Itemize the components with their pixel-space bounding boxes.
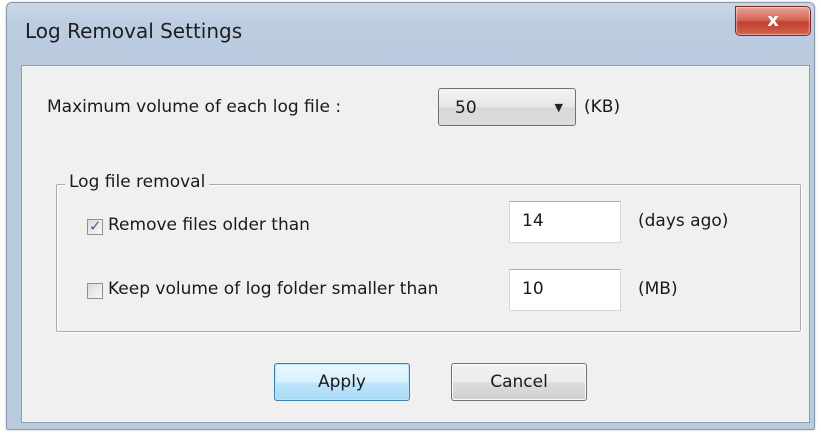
cancel-button[interactable]: Cancel (451, 363, 587, 401)
max-volume-selected-value: 50 (455, 98, 477, 118)
remove-older-label[interactable]: Remove files older than (108, 215, 310, 235)
max-volume-label: Maximum volume of each log file : (47, 97, 342, 117)
apply-button[interactable]: Apply (274, 363, 410, 401)
remove-older-days-input[interactable]: 14 (509, 201, 621, 243)
max-volume-unit: (KB) (584, 97, 621, 117)
remove-older-unit: (days ago) (638, 211, 729, 231)
max-volume-dropdown[interactable]: 50 ▼ (438, 88, 576, 126)
keep-volume-unit: (MB) (638, 279, 678, 299)
remove-older-checkbox[interactable]: ✓ (87, 217, 103, 235)
window-title: Log Removal Settings (25, 19, 243, 43)
keep-volume-mb-input[interactable]: 10 (509, 269, 621, 311)
checkmark-icon: ✓ (89, 217, 102, 235)
group-title: Log file removal (65, 172, 210, 192)
chevron-down-icon: ▼ (554, 101, 563, 114)
keep-volume-label[interactable]: Keep volume of log folder smaller than (108, 279, 438, 299)
log-removal-dialog: Log Removal Settings x Maximum volume of… (6, 2, 815, 430)
close-icon: x (767, 10, 779, 31)
dialog-content: Maximum volume of each log file : 50 ▼ (… (21, 65, 810, 423)
keep-volume-checkbox[interactable] (87, 283, 103, 299)
log-file-removal-group: Log file removal ✓ Remove files older th… (56, 172, 801, 332)
close-button[interactable]: x (735, 6, 811, 36)
